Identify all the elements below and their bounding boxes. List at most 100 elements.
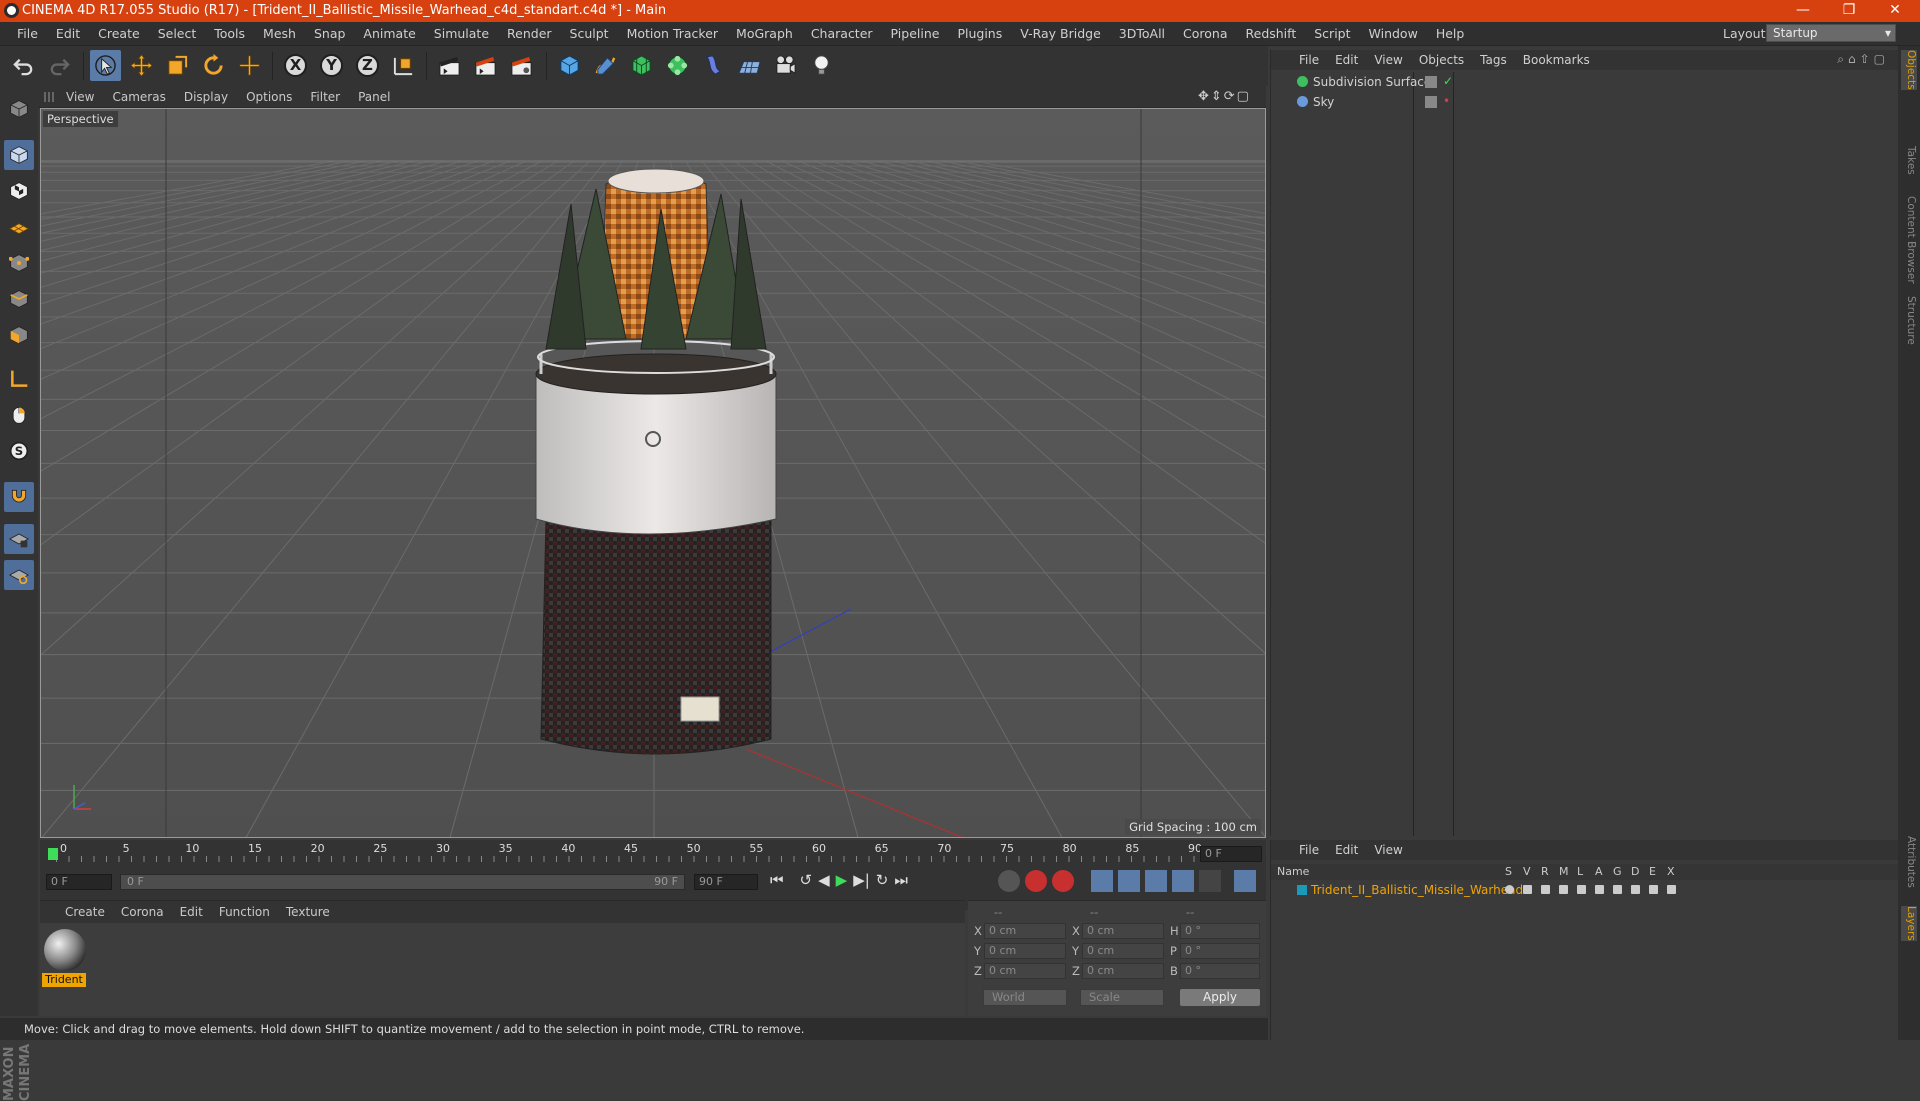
material-menu-texture[interactable]: Texture <box>286 905 330 919</box>
object-row[interactable]: Sky • <box>1277 94 1877 112</box>
layer-menu-view[interactable]: View <box>1374 843 1402 857</box>
goto-end-icon[interactable]: ⏭ <box>894 871 908 889</box>
live-selection-button[interactable] <box>90 50 121 81</box>
material-menu-create[interactable]: Create <box>65 905 105 919</box>
menu-mesh[interactable]: Mesh <box>254 26 305 41</box>
menu-edit[interactable]: Edit <box>47 26 89 41</box>
locked-workplane-button[interactable] <box>4 524 34 554</box>
layer-column-l[interactable]: L <box>1577 865 1583 878</box>
object-menu-bookmarks[interactable]: Bookmarks <box>1523 53 1590 67</box>
start-frame-field[interactable]: 0 F <box>46 874 112 890</box>
render-settings-button[interactable] <box>506 50 537 81</box>
menu-tools[interactable]: Tools <box>205 26 254 41</box>
position-x-field[interactable]: 0 cm <box>984 923 1066 939</box>
polygons-mode-button[interactable] <box>4 320 34 350</box>
maximize-button[interactable]: ❐ <box>1826 0 1872 22</box>
layer-column-v[interactable]: V <box>1523 865 1531 878</box>
panel-tab-takes[interactable]: Takes <box>1901 146 1917 175</box>
redo-button[interactable] <box>44 50 75 81</box>
layer-menu-edit[interactable]: Edit <box>1335 843 1358 857</box>
layer-flag-icon[interactable] <box>1523 885 1532 894</box>
parameter-key-icon[interactable] <box>1172 870 1194 892</box>
coord-mode-select[interactable]: Scale <box>1080 989 1164 1006</box>
layer-flag-icon[interactable] <box>1595 885 1604 894</box>
enabled-check-icon[interactable]: ✓ <box>1443 74 1453 88</box>
menu-redshift[interactable]: Redshift <box>1237 26 1306 41</box>
playhead-marker[interactable] <box>48 848 58 860</box>
menu-plugins[interactable]: Plugins <box>948 26 1011 41</box>
coordinate-system-button[interactable] <box>388 50 419 81</box>
viewport-menu-view[interactable]: View <box>66 90 106 104</box>
visibility-toggle-icon[interactable] <box>1425 76 1437 88</box>
rotation-p-field[interactable]: 0 ° <box>1180 943 1260 959</box>
menu-pipeline[interactable]: Pipeline <box>882 26 949 41</box>
object-menu-tags[interactable]: Tags <box>1480 53 1507 67</box>
position-key-icon[interactable] <box>1091 870 1113 892</box>
layer-column-m[interactable]: M <box>1559 865 1569 878</box>
z-axis-lock-button[interactable]: Z <box>352 50 383 81</box>
layer-flag-icon[interactable] <box>1577 885 1586 894</box>
position-z-field[interactable]: 0 cm <box>984 963 1066 979</box>
menu-select[interactable]: Select <box>149 26 206 41</box>
x-axis-lock-button[interactable]: X <box>280 50 311 81</box>
next-frame-icon[interactable]: ▶| <box>853 871 870 889</box>
viewport-menu-filter[interactable]: Filter <box>310 90 352 104</box>
add-cube-button[interactable] <box>554 50 585 81</box>
object-menu-edit[interactable]: Edit <box>1335 53 1358 67</box>
record-keyframe-icon[interactable] <box>998 870 1020 892</box>
edges-mode-button[interactable] <box>4 284 34 314</box>
material-name[interactable]: Trident <box>42 973 86 987</box>
menu-file[interactable]: File <box>8 26 47 41</box>
menu-script[interactable]: Script <box>1305 26 1359 41</box>
texture-mode-button[interactable] <box>4 176 34 206</box>
layer-column-name[interactable]: Name <box>1277 865 1309 878</box>
layer-flag-icon[interactable] <box>1613 885 1622 894</box>
menu-snap[interactable]: Snap <box>305 26 354 41</box>
visibility-toggle-icon[interactable] <box>1425 96 1437 108</box>
add-scene-floor-button[interactable] <box>734 50 765 81</box>
object-manager-nav-icons[interactable]: ⌕⌂⇧▢ <box>1837 52 1889 67</box>
rotation-h-field[interactable]: 0 ° <box>1180 923 1260 939</box>
menu-render[interactable]: Render <box>498 26 561 41</box>
autokey-icon[interactable] <box>1025 870 1047 892</box>
prev-frame-icon[interactable]: ◀ <box>818 871 830 889</box>
menu-simulate[interactable]: Simulate <box>425 26 498 41</box>
menu-corona[interactable]: Corona <box>1174 26 1236 41</box>
object-row[interactable]: Subdivision Surface ✓ <box>1277 74 1877 92</box>
panel-tab-layers[interactable]: Layers <box>1901 906 1917 941</box>
menu-character[interactable]: Character <box>802 26 882 41</box>
layer-flag-icon[interactable] <box>1505 885 1514 894</box>
axis-mode-button[interactable] <box>4 364 34 394</box>
viewport-menu-cameras[interactable]: Cameras <box>112 90 177 104</box>
perspective-viewport[interactable]: Perspective Grid Spacing : 100 cm <box>40 108 1266 838</box>
size-x-field[interactable]: 0 cm <box>1082 923 1164 939</box>
apply-button[interactable]: Apply <box>1180 989 1260 1006</box>
menu-help[interactable]: Help <box>1427 26 1474 41</box>
goto-start-icon[interactable]: ⏮ <box>770 871 784 889</box>
layer-column-s[interactable]: S <box>1505 865 1512 878</box>
menu-create[interactable]: Create <box>89 26 149 41</box>
layer-column-g[interactable]: G <box>1613 865 1622 878</box>
close-button[interactable]: ✕ <box>1872 0 1918 22</box>
menu-motion-tracker[interactable]: Motion Tracker <box>618 26 727 41</box>
viewport-menu-display[interactable]: Display <box>184 90 240 104</box>
end-frame-field[interactable]: 90 F <box>694 874 758 890</box>
menu-mograph[interactable]: MoGraph <box>727 26 802 41</box>
layout-select[interactable]: Startup ▾ <box>1766 24 1896 42</box>
rotation-b-field[interactable]: 0 ° <box>1180 963 1260 979</box>
tweak-mode-button[interactable] <box>4 400 34 430</box>
panel-tab-content-browser[interactable]: Content Browser <box>1901 196 1917 284</box>
layer-flag-icon[interactable] <box>1541 885 1550 894</box>
play-icon[interactable]: ▶ <box>836 871 848 889</box>
viewport-menu-panel[interactable]: Panel <box>358 90 402 104</box>
add-deformer-button[interactable] <box>698 50 729 81</box>
add-camera-button[interactable] <box>770 50 801 81</box>
viewport-nav-icons[interactable]: ✥⇕⟳▢ <box>1198 89 1251 104</box>
menu-animate[interactable]: Animate <box>354 26 424 41</box>
layer-column-x[interactable]: X <box>1667 865 1675 878</box>
points-mode-button[interactable] <box>4 248 34 278</box>
recent-tool-button[interactable] <box>234 50 265 81</box>
pla-key-icon[interactable] <box>1199 870 1221 892</box>
position-y-field[interactable]: 0 cm <box>984 943 1066 959</box>
layer-row[interactable]: Trident_II_Ballistic_Missile_Warhead <box>1277 882 1877 900</box>
